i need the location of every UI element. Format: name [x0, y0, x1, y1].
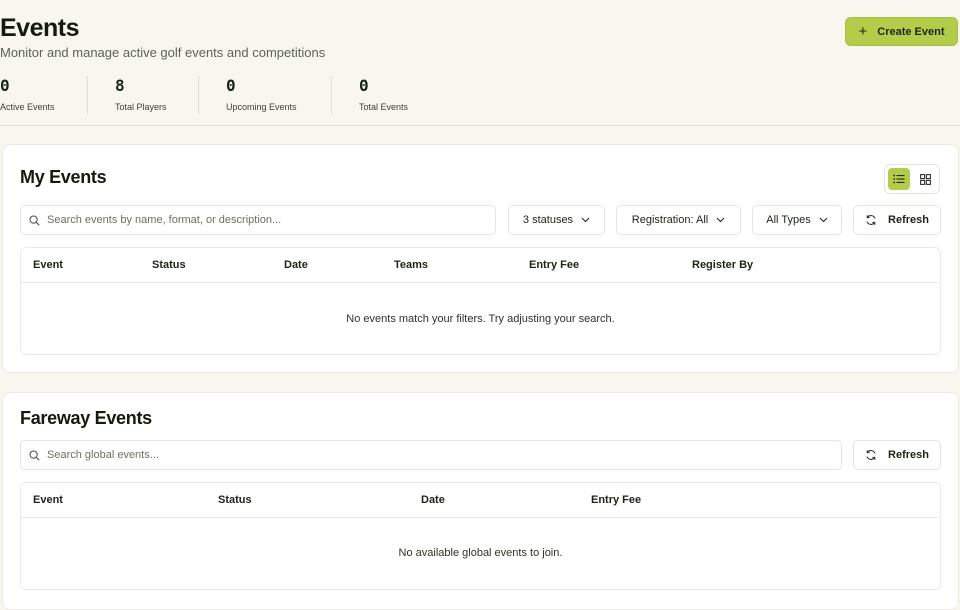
stat-value: 0 — [0, 76, 10, 95]
view-toggle — [884, 164, 940, 194]
chevron-down-icon — [581, 217, 590, 223]
registration-filter-label: Registration: All — [631, 214, 709, 226]
column-header-date[interactable]: Date — [421, 494, 445, 506]
create-event-label: Create Event — [877, 25, 945, 38]
my-events-search-input[interactable] — [47, 214, 495, 226]
stat-value: 8 — [115, 76, 125, 95]
page-title: Events — [0, 14, 79, 42]
fareway-events-card: Fareway Events Refresh Event Status Date… — [2, 392, 959, 610]
column-header-status[interactable]: Status — [152, 259, 186, 271]
table-header: Event Status Date Entry Fee — [21, 483, 940, 518]
my-events-search[interactable] — [20, 205, 496, 235]
column-header-date[interactable]: Date — [284, 259, 308, 271]
column-header-event[interactable]: Event — [33, 494, 63, 506]
empty-state-message: No events match your filters. Try adjust… — [346, 313, 615, 325]
page-subtitle: Monitor and manage active golf events an… — [0, 45, 326, 60]
column-header-status[interactable]: Status — [218, 494, 252, 506]
status-filter-label: 3 statuses — [522, 214, 574, 226]
chevron-down-icon — [819, 217, 828, 223]
stat-label: Active Events — [0, 102, 55, 112]
search-icon — [29, 214, 40, 226]
refresh-icon — [865, 214, 877, 226]
stat-total-events: 0 Total Events — [332, 76, 442, 116]
type-filter-label: All Types — [766, 214, 811, 226]
refresh-icon — [865, 449, 877, 461]
refresh-label: Refresh — [888, 449, 929, 461]
page-header: Events Monitor and manage active golf ev… — [0, 0, 960, 126]
column-header-register-by[interactable]: Register By — [692, 259, 753, 271]
column-header-teams[interactable]: Teams — [394, 259, 428, 271]
column-header-entry-fee[interactable]: Entry Fee — [529, 259, 579, 271]
stat-active-events: 0 Active Events — [0, 76, 87, 116]
my-events-refresh-button[interactable]: Refresh — [853, 205, 941, 235]
stat-value: 0 — [359, 76, 369, 95]
table-header: Event Status Date Teams Entry Fee Regist… — [21, 248, 940, 283]
stat-label: Upcoming Events — [226, 102, 297, 112]
fareway-events-search-input[interactable] — [47, 449, 841, 461]
status-filter-dropdown[interactable]: 3 statuses — [508, 205, 605, 235]
empty-state-message: No available global events to join. — [398, 547, 563, 559]
stat-total-players: 8 Total Players — [88, 76, 198, 116]
fareway-events-refresh-button[interactable]: Refresh — [853, 440, 941, 470]
fareway-events-title: Fareway Events — [20, 408, 152, 428]
column-header-event[interactable]: Event — [33, 259, 63, 271]
list-view-button[interactable] — [888, 168, 910, 190]
grid-view-button[interactable] — [914, 168, 936, 190]
stat-value: 0 — [226, 76, 236, 95]
refresh-label: Refresh — [888, 214, 929, 226]
search-icon — [29, 449, 40, 461]
fareway-events-search[interactable] — [20, 440, 842, 470]
create-event-button[interactable]: + Create Event — [845, 17, 958, 46]
list-icon — [893, 174, 905, 184]
my-events-title: My Events — [20, 167, 107, 187]
stat-label: Total Events — [359, 102, 409, 112]
stat-upcoming-events: 0 Upcoming Events — [199, 76, 331, 116]
my-events-card: My Events Search events by name, format,… — [2, 144, 959, 373]
plus-icon: + — [858, 23, 868, 40]
stat-label: Total Players — [115, 102, 167, 112]
fareway-events-table: Event Status Date Entry Fee No available… — [20, 482, 941, 590]
type-filter-dropdown[interactable]: All Types — [752, 205, 842, 235]
my-events-table: Event Status Date Teams Entry Fee Regist… — [20, 247, 941, 355]
grid-icon — [919, 173, 931, 185]
registration-filter-dropdown[interactable]: Registration: All — [616, 205, 741, 235]
stats-bar: 0 Active Events 8 Total Players 0 Upcomi… — [0, 76, 442, 116]
chevron-down-icon — [716, 217, 725, 223]
column-header-entry-fee[interactable]: Entry Fee — [591, 494, 641, 506]
